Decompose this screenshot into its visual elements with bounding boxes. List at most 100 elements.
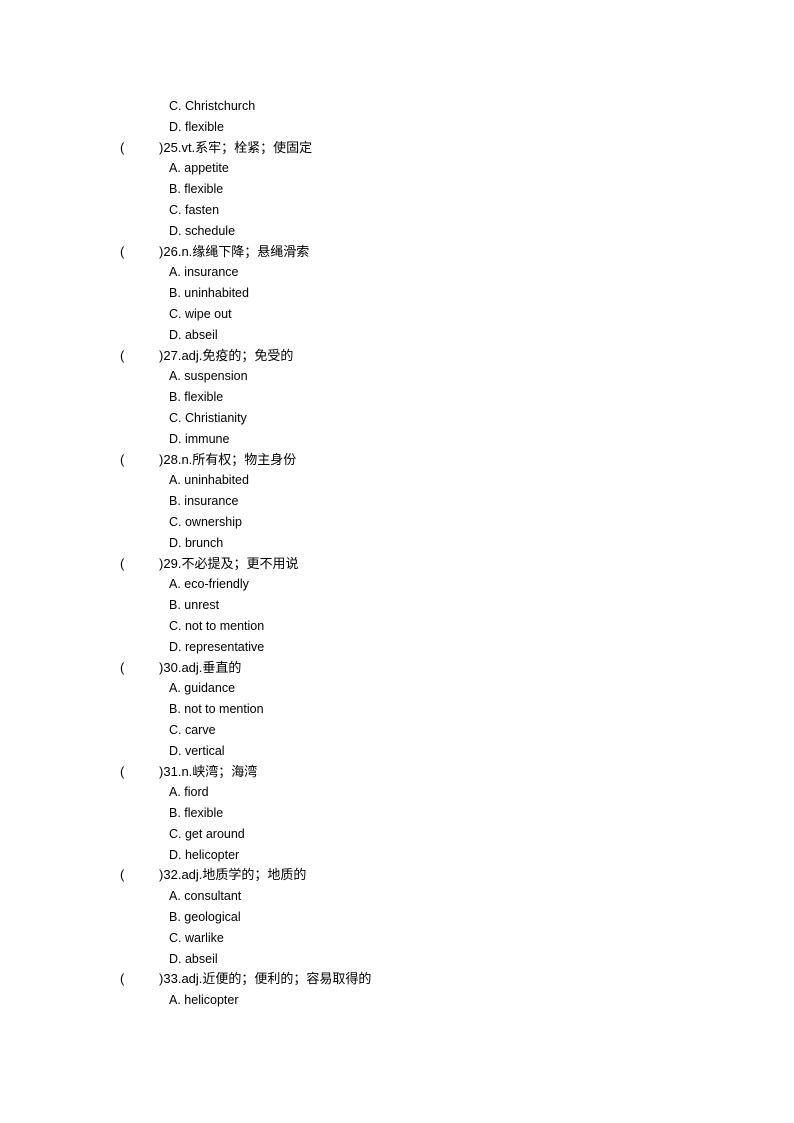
option-text: flexible: [184, 119, 224, 134]
question-prompt: adj.垂直的: [181, 659, 242, 675]
option-separator: .: [178, 722, 185, 737]
question-text: )29.不必提及；更不用说: [159, 554, 298, 575]
option-text: abseil: [184, 327, 218, 342]
option-separator: .: [178, 639, 185, 654]
option-text: suspension: [184, 369, 248, 384]
answer-option: A. fiord: [120, 782, 720, 803]
option-text: Christchurch: [184, 99, 256, 113]
answer-option: C. carve: [120, 720, 720, 741]
option-text: not to mention: [184, 618, 265, 633]
option-text: guidance: [184, 681, 236, 696]
question-text: )30.adj.垂直的: [159, 658, 241, 679]
answer-blank-open-paren: (: [120, 243, 125, 259]
answer-option: A. eco-friendly: [120, 574, 720, 595]
question-prompt: vt.系牢；栓紧；使固定: [181, 139, 313, 155]
answer-option: C. get around: [120, 824, 720, 845]
option-text: appetite: [184, 161, 229, 176]
answer-option: B. flexible: [120, 179, 720, 200]
answer-option: B. flexible: [120, 387, 720, 408]
question-text: )33.adj.近便的；便利的；容易取得的: [159, 969, 371, 990]
answer-option: D. abseil: [120, 325, 720, 346]
option-separator: .: [178, 514, 185, 529]
option-separator: .: [178, 202, 185, 217]
option-text: get around: [184, 826, 245, 841]
option-separator: .: [178, 431, 185, 446]
option-text: insurance: [184, 265, 239, 280]
option-letter: C: [169, 306, 179, 321]
document-page: C. Christchurch D. flexible ( )25.vt.系牢；栓紧；…: [0, 0, 794, 1123]
option-letter: C: [169, 826, 179, 841]
option-separator: .: [178, 826, 185, 841]
question-stem: ( )25.vt.系牢；栓紧；使固定: [120, 138, 720, 159]
question-number: 27: [163, 347, 178, 363]
question-text: )28.n.所有权；物主身份: [159, 450, 296, 471]
answer-option: C. Christchurch: [120, 96, 720, 117]
answer-option: B. geological: [120, 907, 720, 928]
answer-option: A. helicopter: [120, 990, 720, 1011]
option-separator: .: [178, 410, 185, 425]
option-letter: D: [169, 847, 179, 862]
option-text: uninhabited: [184, 473, 249, 488]
option-letter: D: [169, 223, 179, 238]
question-number: 30: [163, 659, 178, 675]
answer-blank-open-paren: (: [120, 971, 125, 987]
option-text: Christianity: [184, 410, 247, 425]
option-text: abseil: [184, 951, 218, 966]
option-letter: D: [169, 743, 179, 758]
option-letter: C: [169, 722, 179, 737]
question-stem: ()30.adj.垂直的: [120, 658, 720, 679]
option-text: uninhabited: [184, 286, 249, 301]
question-number: 29: [163, 555, 178, 571]
answer-blank-open-paren: (: [120, 451, 125, 467]
option-letter: C: [169, 618, 179, 633]
option-text: brunch: [184, 535, 224, 550]
question-number: 33: [163, 971, 178, 987]
option-separator: .: [178, 306, 185, 321]
option-text: immune: [184, 431, 230, 446]
option-letter: C: [169, 202, 179, 217]
option-text: warlike: [184, 930, 224, 945]
answer-option: B. not to mention: [120, 699, 720, 720]
option-text: helicopter: [184, 993, 239, 1008]
question-stem: ( )29.不必提及；更不用说: [120, 554, 720, 575]
question-text: )27.adj.免疫的；免受的: [159, 346, 293, 367]
question-text: )32.adj.地质学的；地质的: [159, 865, 306, 886]
question-number: 25: [163, 139, 178, 155]
answer-option: B. unrest: [120, 595, 720, 616]
option-letter: D: [169, 951, 179, 966]
question-prompt: adj.近便的；便利的；容易取得的: [181, 971, 372, 987]
answer-option: B. uninhabited: [120, 283, 720, 304]
option-text: not to mention: [184, 702, 264, 717]
answer-option: C. wipe out: [120, 304, 720, 325]
question-number: 31: [163, 763, 178, 779]
question-list: C. Christchurch D. flexible ( )25.vt.系牢；栓紧；…: [120, 96, 720, 1011]
question-stem: ( )28.n.所有权；物主身份: [120, 450, 720, 471]
option-text: fasten: [184, 202, 220, 217]
answer-option: A. guidance: [120, 678, 720, 699]
answer-option: B. flexible: [120, 803, 720, 824]
question-number: 26: [163, 243, 178, 259]
option-letter: C: [169, 514, 179, 529]
answer-option: B. insurance: [120, 491, 720, 512]
option-text: representative: [184, 639, 265, 654]
option-separator: .: [178, 951, 185, 966]
question-stem: ()26.n.缘绳下降；悬绳滑索: [120, 242, 720, 263]
question-prompt: n.所有权；物主身份: [181, 451, 297, 467]
option-separator: .: [178, 743, 185, 758]
option-separator: .: [178, 99, 185, 113]
option-text: unrest: [184, 598, 220, 613]
option-text: flexible: [184, 806, 224, 821]
question-prompt: n.峡湾；海湾: [181, 763, 258, 779]
answer-option: D. brunch: [120, 533, 720, 554]
answer-blank-open-paren: (: [120, 139, 125, 155]
option-letter: C: [169, 930, 179, 945]
answer-blank-open-paren: (: [120, 555, 125, 571]
option-text: fiord: [184, 785, 209, 800]
option-text: flexible: [184, 182, 224, 197]
option-letter: D: [169, 639, 179, 654]
answer-option: A. consultant: [120, 886, 720, 907]
question-text: )25.vt.系牢；栓紧；使固定: [159, 138, 312, 159]
answer-option: A. insurance: [120, 262, 720, 283]
answer-option: C. fasten: [120, 200, 720, 221]
question-prompt: n.缘绳下降；悬绳滑索: [181, 243, 310, 259]
